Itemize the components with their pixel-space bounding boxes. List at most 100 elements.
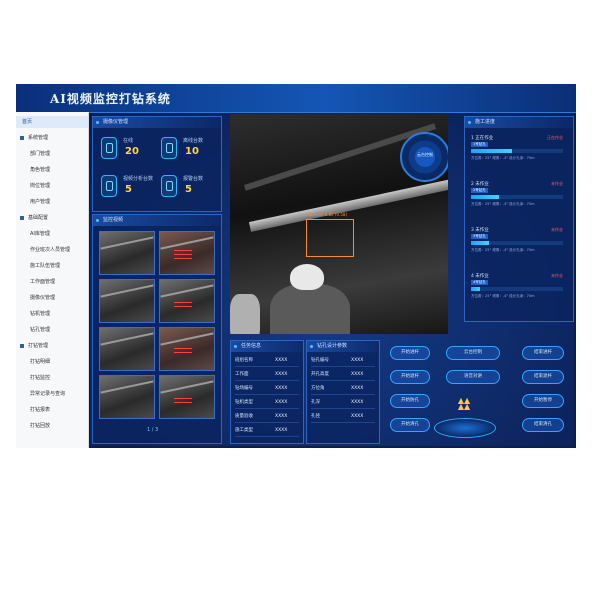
sidebar-item[interactable]: 系统管理 xyxy=(16,132,88,144)
panel-title: 钻孔设计参数 xyxy=(317,343,348,349)
sidebar-item-label: 钻机管理 xyxy=(30,311,51,317)
sidebar-item[interactable]: 摄像仪管理 xyxy=(16,292,88,304)
panel-title: 任务信息 xyxy=(241,343,262,349)
sidebar-item[interactable]: 钻机管理 xyxy=(16,308,88,320)
row-key: 钻机类型 xyxy=(235,400,253,405)
sidebar-item[interactable]: 工作面管理 xyxy=(16,276,88,288)
group-square-icon xyxy=(20,343,24,348)
pause-button[interactable]: 开始暂停 xyxy=(522,394,564,408)
video-thumbnail[interactable] xyxy=(99,327,155,371)
camera-icon xyxy=(161,137,177,159)
camera-icon xyxy=(101,175,117,197)
detection-box xyxy=(306,219,354,257)
ptz-control-button[interactable]: 云台控制 xyxy=(446,346,500,360)
row-value: XXXX xyxy=(275,372,288,377)
row-key: 工作面 xyxy=(235,372,249,377)
voice-intercom-button[interactable]: 语音对讲 xyxy=(446,370,500,384)
sidebar-item-label: 工作面管理 xyxy=(30,279,56,285)
panel-header: 施工进度 xyxy=(465,117,573,128)
title-bar: AI视频监控打钻系统 xyxy=(16,84,576,113)
progress-name: 1 正在作业 xyxy=(471,136,494,141)
app-window: AI视频监控打钻系统 首页系统管理部门管理角色管理岗位管理用户管理基础配置 AI库… xyxy=(16,84,576,448)
drill-design-panel: 钻孔设计参数 钻孔编号 XXXX 开孔高度 XXXX 方位角 XXXX 孔深 XXXX 孔径 XX… xyxy=(306,340,380,444)
progress-fill xyxy=(471,149,513,153)
progress-name: 2 未作业 xyxy=(471,182,489,187)
sidebar-item-label: 岗位管理 xyxy=(30,183,51,189)
progress-name: 3 未作业 xyxy=(471,228,489,233)
end-clean-button[interactable]: 结束清孔 xyxy=(522,418,564,432)
progress-status: 未作业 xyxy=(551,181,563,186)
video-thumbnail[interactable] xyxy=(159,375,215,419)
end-retract-button[interactable]: 结束退杆 xyxy=(522,370,564,384)
row-value: XXXX xyxy=(275,400,288,405)
sidebar-item-label: 摄像仪管理 xyxy=(30,295,56,301)
sidebar-item[interactable]: 打钻管理 xyxy=(16,340,88,352)
progress-bar xyxy=(471,287,563,291)
row-key: 孔径 xyxy=(311,414,320,419)
main-video-feed[interactable]: 8.person 0.82 (0.58) 云台控制 xyxy=(230,114,448,334)
ptz-control-label[interactable]: 云台控制 xyxy=(415,147,435,167)
sidebar-item-label: 钻孔管理 xyxy=(30,327,51,333)
table-row: 施工类型 XXXX xyxy=(235,425,299,437)
camera-stats-panel: 摄像仪管理 在线 20 离线台数 10 视频分析台数 5 报警台数 5 xyxy=(92,116,222,212)
progress-info: 方位角：25° 倾角：-4° 设计孔深：70m xyxy=(471,248,535,252)
sidebar-item[interactable]: 首页 xyxy=(16,116,88,128)
stat-value: 10 xyxy=(185,146,199,157)
row-key: 钻孔编号 xyxy=(311,358,329,363)
panel-title: 施工进度 xyxy=(475,119,496,125)
sidebar-item[interactable]: 打钻监控 xyxy=(16,372,88,384)
progress-fill xyxy=(471,195,499,199)
video-thumbnail[interactable] xyxy=(159,327,215,371)
row-value: XXXX xyxy=(275,414,288,419)
sidebar-item[interactable]: 作业班次人员管理 xyxy=(16,244,88,256)
start-feed-button[interactable]: 开始进杆 xyxy=(390,346,430,360)
sidebar-item[interactable]: AI库管理 xyxy=(16,228,88,240)
dashboard: 摄像仪管理 在线 20 离线台数 10 视频分析台数 5 报警台数 5 监控视频… xyxy=(90,114,574,446)
stat-label: 报警台数 xyxy=(183,176,204,182)
video-thumbnail[interactable] xyxy=(99,375,155,419)
ptz-control-dial[interactable]: 云台控制 xyxy=(400,132,448,182)
start-guard-button[interactable]: 开始防孔 xyxy=(390,394,430,408)
start-clean-button[interactable]: 开始清孔 xyxy=(390,418,430,432)
sidebar-item[interactable]: 岗位管理 xyxy=(16,180,88,192)
sidebar-item[interactable]: 打钻回放 xyxy=(16,420,88,432)
sidebar-item-label: 施工队伍管理 xyxy=(30,263,61,269)
stat-value: 20 xyxy=(125,146,139,157)
video-thumbnail[interactable] xyxy=(99,231,155,275)
sidebar-item[interactable]: 钻孔管理 xyxy=(16,324,88,336)
sidebar-item[interactable]: 打钻报表 xyxy=(16,404,88,416)
sidebar-item[interactable]: 用户管理 xyxy=(16,196,88,208)
progress-info: 方位角：25° 倾角：-4° 设计孔深：70m xyxy=(471,156,535,160)
pager[interactable]: 1 / 3 xyxy=(147,427,158,433)
sidebar-item-label: 打钻监控 xyxy=(30,375,51,381)
stat-offline: 离线台数 10 xyxy=(161,135,231,165)
camera-icon xyxy=(161,175,177,197)
panel-header: 监控视频 xyxy=(93,215,221,226)
sidebar-item[interactable]: 施工队伍管理 xyxy=(16,260,88,272)
start-retract-button[interactable]: 开始退杆 xyxy=(390,370,430,384)
sidebar-item[interactable]: 异常记录与查询 xyxy=(16,388,88,400)
progress-info: 方位角：25° 倾角：-4° 设计孔深：70m xyxy=(471,202,535,206)
sidebar-item[interactable]: 角色管理 xyxy=(16,164,88,176)
sidebar-item-label: 系统管理 xyxy=(28,135,49,141)
sidebar-item-label: 异常记录与查询 xyxy=(30,391,66,397)
row-key: 施工类型 xyxy=(235,428,253,433)
row-value: XXXX xyxy=(275,386,288,391)
row-key: 钻场编号 xyxy=(235,386,253,391)
video-thumbnail[interactable] xyxy=(159,279,215,323)
video-thumbnail[interactable] xyxy=(99,279,155,323)
sidebar-item[interactable]: 部门管理 xyxy=(16,148,88,160)
end-feed-button[interactable]: 结束进杆 xyxy=(522,346,564,360)
stat-alarm: 报警台数 5 xyxy=(161,173,231,203)
video-thumbnail[interactable] xyxy=(159,231,215,275)
sidebar-item[interactable]: 基础配置 xyxy=(16,212,88,224)
progress-bar xyxy=(471,195,563,199)
progress-fill xyxy=(471,287,481,291)
sidebar-item[interactable]: 打钻明细 xyxy=(16,356,88,368)
panel-header: 任务信息 xyxy=(231,341,303,352)
app-title: AI视频监控打钻系统 xyxy=(50,92,171,106)
row-key: 开孔高度 xyxy=(311,372,329,377)
sidebar-item-label: 部门管理 xyxy=(30,151,51,157)
panel-header: 钻孔设计参数 xyxy=(307,341,379,352)
sidebar-item-label: 首页 xyxy=(22,119,33,125)
